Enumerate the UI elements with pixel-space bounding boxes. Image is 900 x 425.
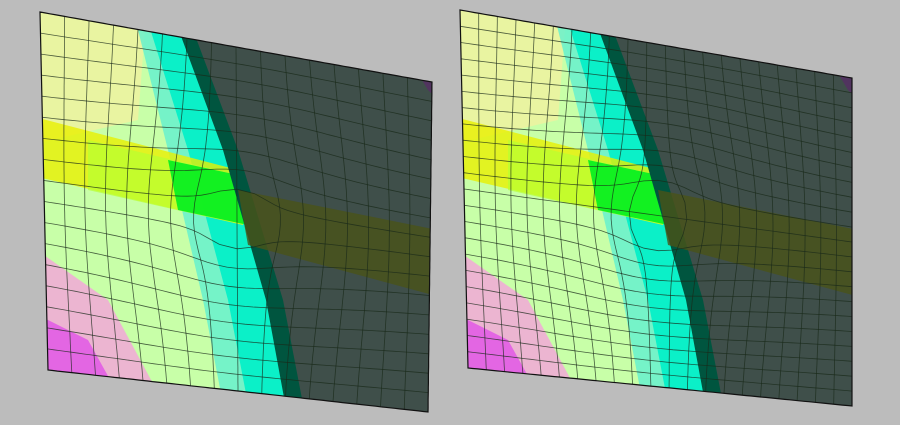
surface-body (40, 12, 432, 412)
left-surface-panel (39, 11, 433, 413)
surface-body (460, 10, 852, 406)
surface-visualization (39, 9, 853, 413)
right-surface-panel (459, 9, 853, 407)
render-canvas (0, 0, 900, 425)
